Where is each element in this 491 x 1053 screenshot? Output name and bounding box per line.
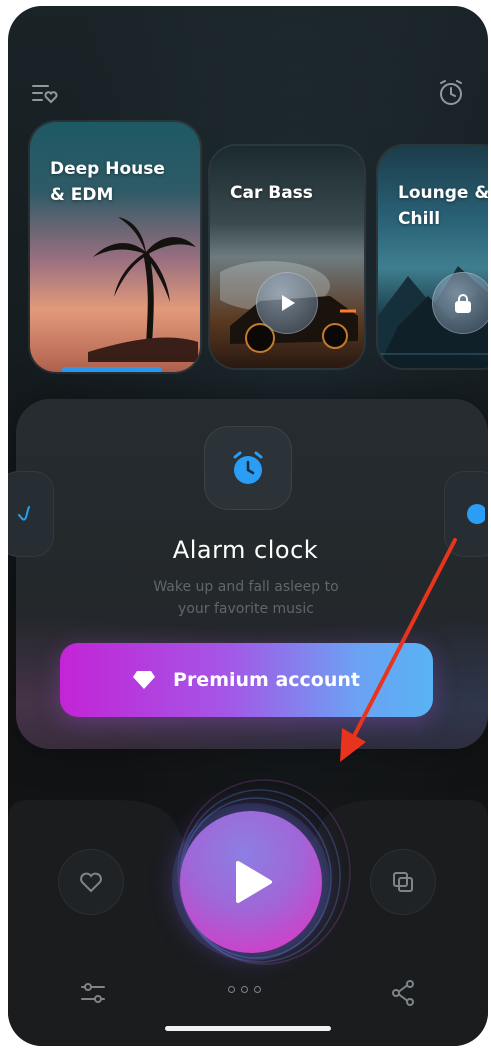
alarm-title: Alarm clock bbox=[172, 536, 319, 564]
playlist-card-lounge-chill[interactable]: Lounge & Chill bbox=[378, 146, 488, 368]
diamond-icon bbox=[133, 671, 156, 689]
card-title: Lounge & Chill bbox=[398, 183, 488, 229]
copy-layers-icon[interactable] bbox=[370, 849, 436, 915]
playlist-card-car-bass[interactable]: Car Bass bbox=[210, 146, 364, 368]
favorite-heart-icon[interactable] bbox=[58, 849, 124, 915]
card-title: Deep House & EDM bbox=[50, 159, 165, 205]
premium-account-button[interactable]: Premium account bbox=[60, 643, 433, 717]
palm-tree-illustration bbox=[88, 217, 198, 362]
share-icon[interactable] bbox=[388, 978, 418, 1008]
card-title: Car Bass bbox=[230, 183, 313, 203]
phone-screen: Deep House & EDM Car Bass Lounge & Chill bbox=[8, 6, 488, 1046]
alarm-clock-icon[interactable] bbox=[436, 78, 466, 108]
favorites-list-icon[interactable] bbox=[30, 78, 60, 108]
equalizer-settings-icon[interactable] bbox=[78, 978, 108, 1008]
alarm-subtitle: Wake up and fall asleep to your favorite… bbox=[153, 579, 339, 617]
now-playing-indicator bbox=[62, 367, 162, 372]
home-indicator bbox=[165, 1026, 331, 1031]
play-icon[interactable] bbox=[256, 272, 318, 334]
more-options-icon[interactable] bbox=[228, 986, 268, 1000]
main-play-button[interactable] bbox=[180, 811, 322, 953]
premium-label: Premium account bbox=[173, 669, 360, 691]
playlist-card-deep-house[interactable]: Deep House & EDM bbox=[30, 122, 200, 372]
alarm-feature-icon bbox=[204, 426, 292, 510]
lock-icon[interactable] bbox=[432, 272, 488, 334]
